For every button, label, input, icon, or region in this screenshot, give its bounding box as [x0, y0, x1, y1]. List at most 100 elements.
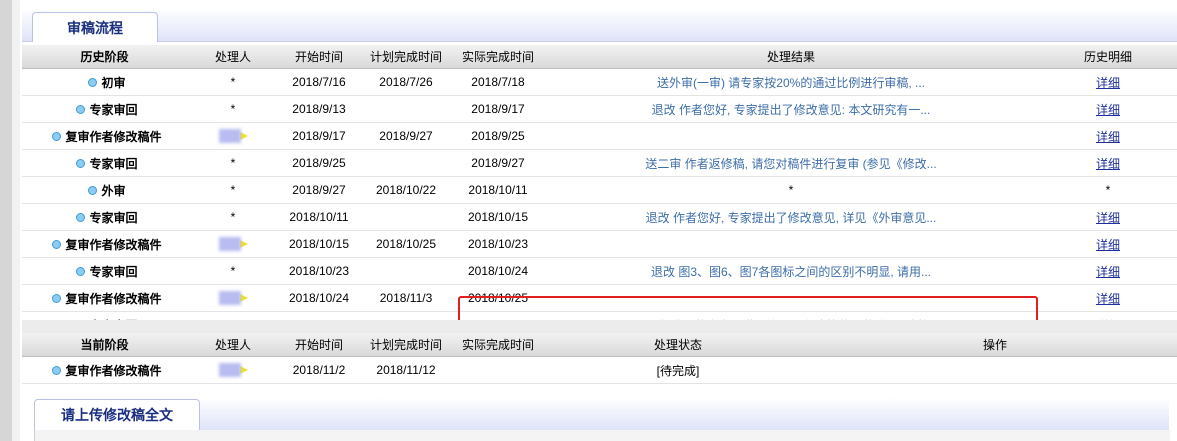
stage-cell: 复审作者修改稿件	[22, 284, 187, 312]
table-row: 初审 * 2018/7/16 2018/7/26 2018/7/18 送外审(一审) 请专…	[22, 68, 1177, 96]
header-plan-time: 计划完成时间	[359, 45, 453, 69]
tab-review-process[interactable]: 审稿流程	[32, 12, 158, 42]
bullet-icon	[76, 104, 86, 114]
detail-cell: 详细	[1039, 149, 1177, 177]
detail-link[interactable]: 详细	[1096, 103, 1120, 117]
header-current-action: 操作	[813, 333, 1177, 357]
header-history-stage: 历史阶段	[22, 45, 187, 69]
stage-label: 外审	[101, 183, 126, 198]
current-status-cell: [待完成]	[543, 356, 813, 384]
handler-cell: *	[187, 68, 279, 96]
stage-label: 复审作者修改稿件	[65, 129, 162, 144]
handler-cell: *	[187, 257, 279, 285]
handler-cell: *	[187, 176, 279, 204]
result-cell	[543, 122, 1039, 150]
stage-cell: 专家审回	[22, 149, 187, 177]
stage-cell: 复审作者修改稿件	[22, 122, 187, 150]
header-current-status: 处理状态	[543, 333, 813, 357]
result-cell: 送二审 作者返修稿, 请您对稿件进行复审 (参见《修改...	[543, 149, 1039, 177]
tab-upload-revision[interactable]: 请上传修改稿全文	[34, 399, 200, 430]
detail-link[interactable]: 详细	[1096, 211, 1120, 225]
handler-cell	[187, 122, 279, 150]
stage-label: 初审	[101, 75, 126, 90]
actual-time-cell: 2018/10/15	[453, 203, 543, 231]
stage-cell: 复审作者修改稿件	[22, 230, 187, 258]
stage-cell: 专家审回	[22, 95, 187, 123]
flag-icon	[239, 132, 248, 141]
bullet-icon	[76, 212, 86, 222]
stage-cell: 专家审回	[22, 203, 187, 231]
stage-cell: 专家审回	[22, 257, 187, 285]
current-row: 复审作者修改稿件 2018/11/2 2018/11/12 [待完成]	[22, 356, 1177, 384]
detail-cell: 详细	[1039, 68, 1177, 96]
bullet-icon	[76, 158, 86, 168]
redacted-avatar-icon	[218, 129, 241, 144]
result-cell: 退改 作者您好, 专家提出了修改意见, 详见《外审意见...	[543, 203, 1039, 231]
start-time-cell: 2018/9/27	[279, 176, 359, 204]
left-gutter	[12, 0, 20, 441]
detail-link[interactable]: 详细	[1096, 292, 1120, 306]
handler-cell: *	[187, 203, 279, 231]
stage-label: 专家审回	[89, 102, 138, 117]
history-header-row: 历史阶段 处理人 开始时间 计划完成时间 实际完成时间 处理结果 历史明细	[22, 45, 1177, 69]
plan-time-cell: 2018/10/22	[359, 176, 453, 204]
plan-time-cell: 2018/11/3	[359, 284, 453, 312]
detail-link[interactable]: 详细	[1096, 157, 1120, 171]
review-tabstrip: 审稿流程	[22, 9, 1177, 42]
stage-label: 复审作者修改稿件	[65, 291, 162, 306]
detail-link[interactable]: 详细	[1096, 76, 1120, 90]
current-start-cell: 2018/11/2	[279, 356, 359, 384]
start-time-cell: 2018/10/23	[279, 257, 359, 285]
header-start-time: 开始时间	[279, 45, 359, 69]
table-row: 外审 * 2018/9/27 2018/10/22 2018/10/11 * *	[22, 176, 1177, 204]
detail-cell: 详细	[1039, 257, 1177, 285]
actual-time-cell: 2018/9/25	[453, 122, 543, 150]
start-time-cell: 2018/9/25	[279, 149, 359, 177]
actual-time-cell: 2018/9/27	[453, 149, 543, 177]
detail-link[interactable]: 详细	[1096, 130, 1120, 144]
plan-time-cell: 2018/10/25	[359, 230, 453, 258]
bullet-icon	[52, 293, 62, 303]
flag-icon	[239, 240, 248, 249]
header-current-start: 开始时间	[279, 333, 359, 357]
start-time-cell: 2018/7/16	[279, 68, 359, 96]
current-actual-cell	[453, 356, 543, 384]
plan-time-cell	[359, 149, 453, 177]
header-result: 处理结果	[543, 45, 1039, 69]
plan-time-cell: 2018/7/26	[359, 68, 453, 96]
left-scroll-edge	[0, 0, 12, 441]
header-current-actual: 实际完成时间	[453, 333, 543, 357]
stage-cell: 外审	[22, 176, 187, 204]
table-row: 专家审回 * 2018/9/25 2018/9/27 送二审 作者返修稿, 请您对稿件进…	[22, 149, 1177, 177]
plan-time-cell: 2018/9/27	[359, 122, 453, 150]
current-handler-cell	[187, 356, 279, 384]
bullet-icon	[88, 77, 98, 87]
header-current-handler: 处理人	[187, 333, 279, 357]
start-time-cell: 2018/10/11	[279, 203, 359, 231]
start-time-cell: 2018/10/15	[279, 230, 359, 258]
handler-cell: *	[187, 149, 279, 177]
handler-cell	[187, 284, 279, 312]
bullet-icon	[52, 131, 62, 141]
table-row: 复审作者修改稿件 2018/9/17 2018/9/27 2018/9/25 详细	[22, 122, 1177, 150]
plan-time-cell	[359, 203, 453, 231]
current-action-cell[interactable]	[813, 356, 1177, 384]
redacted-avatar-icon	[218, 291, 241, 306]
table-row: 专家审回 * 2018/10/11 2018/10/15 退改 作者您好, 专家提出了修…	[22, 203, 1177, 231]
detail-link[interactable]: 详细	[1096, 265, 1120, 279]
stage-cell: 初审	[22, 68, 187, 96]
bullet-icon	[76, 266, 86, 276]
detail-link[interactable]: 详细	[1096, 238, 1120, 252]
detail-cell: 详细	[1039, 95, 1177, 123]
detail-cell: 详细	[1039, 203, 1177, 231]
stage-label: 复审作者修改稿件	[65, 237, 162, 252]
plan-time-cell	[359, 257, 453, 285]
detail-cell: 详细	[1039, 230, 1177, 258]
header-current-stage: 当前阶段	[22, 333, 187, 357]
upload-section-body	[34, 430, 1170, 441]
header-handler: 处理人	[187, 45, 279, 69]
result-cell: *	[543, 176, 1039, 204]
result-cell: 退改 作者您好, 专家提出了修改意见: 本文研究有一...	[543, 95, 1039, 123]
header-detail: 历史明细	[1039, 45, 1177, 69]
review-process-panel: 审稿流程 历史阶段 处理人 开始时间 计划完成时间 实际完成时间 处理结果 历史…	[22, 0, 1177, 441]
